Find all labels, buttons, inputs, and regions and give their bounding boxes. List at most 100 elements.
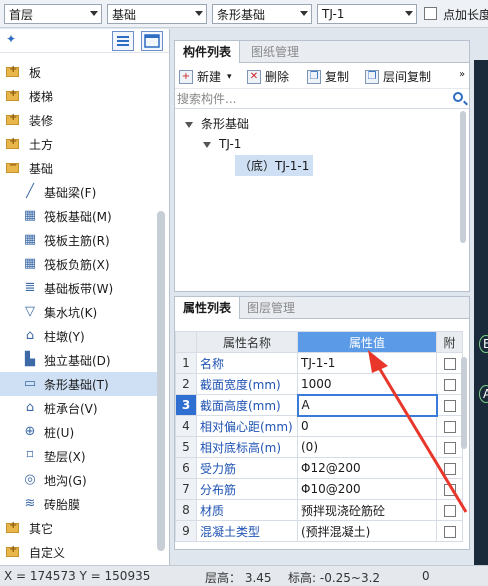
property-value[interactable]: 预拌现浇砼筋砼 <box>297 499 437 521</box>
copy-button[interactable]: ❐ 复制 <box>307 68 349 85</box>
list-view-icon[interactable] <box>112 31 134 51</box>
component-type-icon: ▭ <box>23 376 37 391</box>
folder-icon[interactable] <box>6 160 19 173</box>
new-icon: + <box>179 69 193 84</box>
sidebar-item[interactable]: ╱ 基础梁(F) <box>0 180 160 204</box>
folder-icon[interactable] <box>6 520 19 533</box>
folder-icon[interactable] <box>6 112 19 125</box>
sidebar-scrollbar[interactable] <box>157 211 165 551</box>
property-row[interactable]: 7 分布筋 Φ10@200 <box>175 478 463 500</box>
sidebar: ✦ 板楼梯装修土方基础 ╱ 基础梁(F) ▦ 筏板基础(M) ▦ 筏板主筋(R) ▦ 筏板负筋(… <box>0 29 170 565</box>
sidebar-item[interactable]: 装修 <box>0 108 160 132</box>
property-row[interactable]: 1 名称 TJ-1-1 <box>175 352 463 374</box>
tab-layer-manage[interactable]: 图层管理 <box>239 297 303 319</box>
tab-property-list[interactable]: 属性列表 <box>175 297 241 319</box>
attach-checkbox[interactable] <box>443 378 456 391</box>
axis-marker-a: A <box>479 385 488 403</box>
property-row[interactable]: 9 混凝土类型 (预拌混凝土) <box>175 520 463 542</box>
folder-icon[interactable] <box>6 64 19 77</box>
sidebar-item[interactable]: ▭ 条形基础(T) <box>0 372 160 396</box>
delete-button[interactable]: ✕ 删除 <box>247 68 289 85</box>
sidebar-item[interactable]: ≋ 砖胎膜 <box>0 492 160 516</box>
sidebar-item[interactable]: 板 <box>0 60 160 84</box>
sidebar-item[interactable]: 基础 <box>0 156 160 180</box>
sidebar-item[interactable]: 土方 <box>0 132 160 156</box>
sidebar-item[interactable]: ▦ 筏板主筋(R) <box>0 228 160 252</box>
tree-leaf-selected[interactable]: （底）TJ-1-1 <box>235 155 314 176</box>
sidebar-item-label: 自定义 <box>29 545 66 560</box>
property-value[interactable]: TJ-1-1 <box>297 352 437 374</box>
sidebar-item[interactable]: 其它 <box>0 516 160 540</box>
sidebar-item[interactable]: 楼梯 <box>0 84 160 108</box>
property-value[interactable]: 1000 <box>297 373 437 395</box>
property-value[interactable]: (预拌混凝土) <box>297 520 437 542</box>
row-number: 1 <box>175 352 197 374</box>
folder-icon[interactable] <box>6 136 19 149</box>
chevron-down-icon <box>405 11 413 16</box>
type-select[interactable]: 条形基础 <box>212 4 312 24</box>
property-row[interactable]: 3 截面高度(mm) A <box>175 393 463 417</box>
panel-view-icon[interactable] <box>141 31 163 51</box>
sidebar-item-label: 垫层(X) <box>44 449 86 464</box>
add-icon[interactable]: ✦ <box>6 32 16 46</box>
chevron-down-icon <box>300 11 308 16</box>
sidebar-item[interactable]: ⌂ 桩承台(V) <box>0 396 160 420</box>
header-extra: 附 <box>436 331 463 353</box>
property-row[interactable]: 6 受力筋 Φ12@200 <box>175 457 463 479</box>
property-value[interactable]: (0) <box>297 436 437 458</box>
sidebar-item[interactable]: ⌑ 垫层(X) <box>0 444 160 468</box>
attach-checkbox[interactable] <box>443 441 456 454</box>
property-row[interactable]: 5 相对底标高(m) (0) <box>175 436 463 458</box>
property-value[interactable]: Φ12@200 <box>297 457 437 479</box>
folder-icon[interactable] <box>6 544 19 557</box>
attach-checkbox[interactable] <box>443 462 456 475</box>
property-panel: 属性列表 图层管理 属性名称 属性值 附 1 名称 TJ-1-1 2 截面宽度(mm) 1… <box>174 296 470 550</box>
property-row[interactable]: 8 材质 预拌现浇砼筋砼 <box>175 499 463 521</box>
floor-select[interactable]: 首层 <box>4 4 102 24</box>
attach-checkbox[interactable] <box>443 525 456 538</box>
property-row[interactable]: 4 相对偏心距(mm) 0 <box>175 415 463 437</box>
tab-component-list[interactable]: 构件列表 <box>175 41 241 63</box>
more-icon[interactable]: » <box>459 69 465 80</box>
property-name: 受力筋 <box>196 457 298 479</box>
component-scrollbar[interactable] <box>460 111 466 243</box>
attach-checkbox[interactable] <box>443 504 456 517</box>
sidebar-item[interactable]: ▦ 筏板负筋(X) <box>0 252 160 276</box>
sidebar-item-label: 板 <box>29 65 42 80</box>
property-row[interactable]: 2 截面宽度(mm) 1000 <box>175 373 463 395</box>
sidebar-item[interactable]: ▦ 筏板基础(M) <box>0 204 160 228</box>
attach-checkbox[interactable] <box>443 357 456 370</box>
attach-checkbox[interactable] <box>443 420 456 433</box>
sidebar-item-label: 地沟(G) <box>44 473 87 488</box>
tree-child[interactable]: TJ-1 <box>203 137 241 151</box>
property-scrollbar[interactable] <box>461 357 467 449</box>
property-value[interactable]: 0 <box>297 415 437 437</box>
sidebar-item[interactable]: ◎ 地沟(G) <box>0 468 160 492</box>
sidebar-item[interactable]: ▽ 集水坑(K) <box>0 300 160 324</box>
category-select[interactable]: 基础 <box>107 4 207 24</box>
expand-icon <box>203 141 211 148</box>
attach-checkbox[interactable] <box>443 399 456 412</box>
tree-root[interactable]: 条形基础 <box>185 115 249 132</box>
floor-copy-button[interactable]: ❐ 层间复制 <box>365 68 431 85</box>
property-value-input[interactable]: A <box>296 393 438 417</box>
chevron-down-icon <box>90 11 98 16</box>
row-number: 5 <box>175 436 197 458</box>
new-button[interactable]: + 新建 ▾ <box>179 68 232 85</box>
sidebar-item[interactable]: ≣ 基础板带(W) <box>0 276 160 300</box>
folder-icon[interactable] <box>6 88 19 101</box>
member-select[interactable]: TJ-1 <box>317 4 417 24</box>
attach-checkbox[interactable] <box>443 483 456 496</box>
search-icon[interactable] <box>453 92 463 102</box>
component-panel: 构件列表 图纸管理 + 新建 ▾ ✕ 删除 ❐ 复制 ❐ 层间复制 » 搜索构件... 条… <box>174 40 470 292</box>
sidebar-item[interactable]: ⌂ 柱墩(Y) <box>0 324 160 348</box>
sidebar-item[interactable]: ▙ 独立基础(D) <box>0 348 160 372</box>
row-number: 7 <box>175 478 197 500</box>
property-value[interactable]: Φ10@200 <box>297 478 437 500</box>
sidebar-item[interactable]: ⊕ 桩(U) <box>0 420 160 444</box>
tab-drawing-manage[interactable]: 图纸管理 <box>243 41 307 63</box>
status-zero: 0 <box>422 569 430 583</box>
sidebar-item[interactable]: 自定义 <box>0 540 160 564</box>
component-search-input[interactable]: 搜索构件... <box>175 89 469 109</box>
point-length-checkbox[interactable] <box>424 7 437 20</box>
